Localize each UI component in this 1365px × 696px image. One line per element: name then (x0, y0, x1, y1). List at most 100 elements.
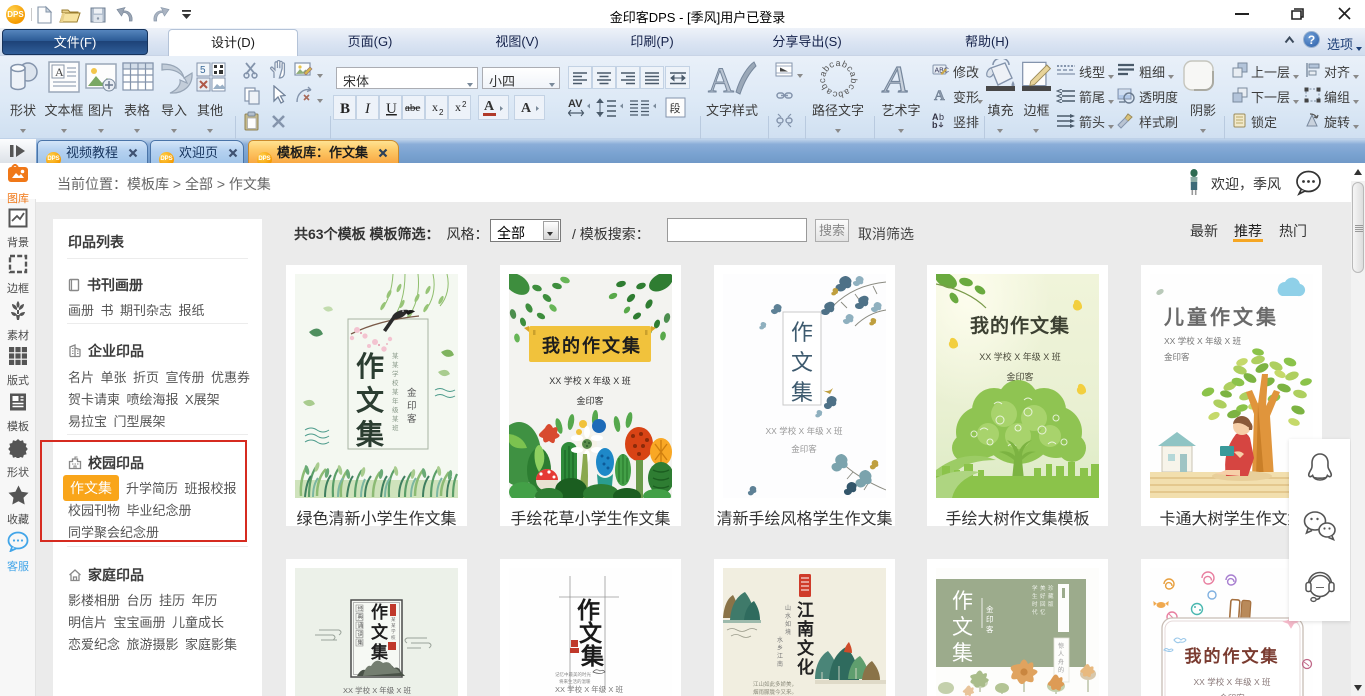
svg-text:某: 某 (392, 352, 399, 360)
svg-text:abe: abe (405, 102, 420, 114)
svg-text:金印客: 金印客 (1164, 352, 1190, 362)
svg-text:b: b (939, 112, 944, 122)
svg-text:XX 学校 X 年级 X 班: XX 学校 X 年级 X 班 (1194, 677, 1271, 687)
svg-text:江: 江 (777, 653, 783, 660)
svg-text:回: 回 (1040, 601, 1046, 608)
svg-text:XX 学校 X 年级 X 班: XX 学校 X 年级 X 班 (1164, 336, 1241, 346)
svg-text:山: 山 (785, 604, 791, 612)
svg-text:乡: 乡 (777, 645, 783, 652)
svg-text:印: 印 (407, 400, 417, 412)
svg-text:忆: 忆 (1040, 608, 1046, 616)
svg-text:b: b (932, 120, 938, 129)
svg-text:A: A (934, 88, 945, 102)
svg-text:南: 南 (797, 619, 814, 639)
svg-text:某: 某 (392, 361, 399, 369)
svg-text:文: 文 (791, 350, 813, 375)
svg-text:文: 文 (952, 615, 973, 639)
svg-text:化: 化 (797, 657, 814, 677)
svg-text:印: 印 (986, 615, 994, 624)
svg-text:集: 集 (358, 639, 364, 647)
svg-text:某: 某 (392, 388, 399, 396)
svg-text:读: 读 (358, 630, 364, 638)
svg-text:XX 学校 X 年级 X 班: XX 学校 X 年级 X 班 (549, 375, 631, 386)
svg-text:集: 集 (355, 419, 384, 451)
svg-text:学: 学 (1032, 584, 1038, 592)
svg-text:文: 文 (356, 384, 384, 417)
svg-text:XX 学校 X 年级 X 班: XX 学校 X 年级 X 班 (555, 684, 623, 694)
svg-text:XX 学校 X 年级 X 班: XX 学校 X 年级 X 班 (766, 426, 843, 436)
svg-text:B: B (340, 101, 350, 117)
svg-text:客: 客 (407, 413, 417, 425)
svg-text:x: x (432, 100, 438, 114)
svg-text:作: 作 (371, 602, 388, 622)
svg-text:校: 校 (392, 378, 399, 387)
svg-text:我的作文集: 我的作文集 (970, 314, 1070, 337)
svg-text:cabcabcabcabcab: cabcabcabcabcab (818, 59, 858, 99)
svg-text:集: 集 (370, 642, 389, 662)
svg-text:5: 5 (200, 65, 206, 76)
svg-text:校: 校 (391, 634, 396, 641)
svg-text:XX 学校 X 年级 X 班: XX 学校 X 年级 X 班 (343, 685, 411, 695)
svg-text:藏: 藏 (1048, 592, 1054, 600)
svg-text:段: 段 (670, 101, 681, 115)
svg-text:美: 美 (1040, 584, 1046, 592)
svg-text:珍: 珍 (1048, 584, 1054, 592)
svg-text:典: 典 (358, 613, 364, 621)
svg-text:的: 的 (1058, 666, 1064, 674)
svg-text:金: 金 (986, 604, 994, 614)
svg-text:我的作文集: 我的作文集 (1185, 646, 1280, 666)
svg-text:集: 集 (952, 641, 973, 665)
svg-text:烟雨朦胧今又来。: 烟雨朦胧今又来。 (753, 688, 797, 696)
svg-text:作: 作 (577, 598, 600, 623)
svg-text:江山如此多娇美，: 江山如此多娇美， (753, 680, 797, 688)
svg-text:记忆中最美的时光: 记忆中最美的时光 (555, 671, 591, 678)
svg-text:I: I (364, 101, 371, 117)
svg-text:AV: AV (568, 98, 583, 110)
svg-text:版: 版 (1048, 600, 1054, 608)
svg-text:学: 学 (392, 369, 399, 378)
svg-text:经: 经 (358, 605, 364, 613)
svg-text:文: 文 (371, 622, 389, 642)
svg-text:客: 客 (986, 624, 994, 634)
svg-text:时: 时 (1032, 600, 1038, 608)
svg-text:生: 生 (1032, 592, 1038, 600)
svg-text:作: 作 (952, 589, 973, 613)
svg-text:如: 如 (785, 620, 791, 628)
svg-text:文: 文 (579, 620, 603, 646)
svg-text:代: 代 (1032, 608, 1038, 616)
svg-text:我的作文集: 我的作文集 (542, 335, 642, 356)
svg-text:好: 好 (1040, 592, 1046, 600)
svg-text:年: 年 (392, 396, 399, 405)
svg-text:A: A (484, 99, 495, 114)
svg-text:南: 南 (777, 660, 783, 668)
svg-text:学: 学 (391, 628, 396, 634)
svg-text:某: 某 (392, 415, 399, 423)
svg-text:水: 水 (777, 636, 783, 644)
svg-text:文: 文 (797, 638, 815, 658)
svg-text:舟: 舟 (1058, 658, 1064, 666)
svg-text:境: 境 (785, 628, 791, 636)
svg-text:2: 2 (462, 100, 467, 109)
svg-text:A: A (55, 65, 64, 79)
svg-text:级: 级 (392, 405, 399, 414)
svg-text:水: 水 (785, 612, 791, 620)
svg-text:作: 作 (356, 351, 384, 383)
svg-text:金印客: 金印客 (791, 444, 817, 454)
svg-text:A: A (521, 101, 532, 116)
svg-text:作: 作 (791, 320, 813, 345)
svg-text:x: x (455, 100, 461, 114)
svg-text:惊: 惊 (1058, 642, 1064, 650)
svg-text:将来生活的温暖: 将来生活的温暖 (559, 678, 591, 685)
svg-text:金: 金 (407, 387, 417, 399)
svg-text:2: 2 (439, 108, 444, 117)
svg-text:班: 班 (392, 423, 399, 432)
svg-text:诵: 诵 (358, 622, 364, 630)
svg-text:人: 人 (1058, 651, 1064, 658)
svg-text:A: A (881, 59, 908, 98)
svg-text:集: 集 (580, 643, 605, 669)
svg-text:A: A (708, 60, 734, 98)
svg-text:儿童作文集: 儿童作文集 (1163, 305, 1279, 329)
svg-text:XX 学校 X 年级 X 班: XX 学校 X 年级 X 班 (979, 351, 1061, 362)
svg-text:集: 集 (791, 380, 813, 405)
svg-text:U: U (386, 101, 397, 117)
